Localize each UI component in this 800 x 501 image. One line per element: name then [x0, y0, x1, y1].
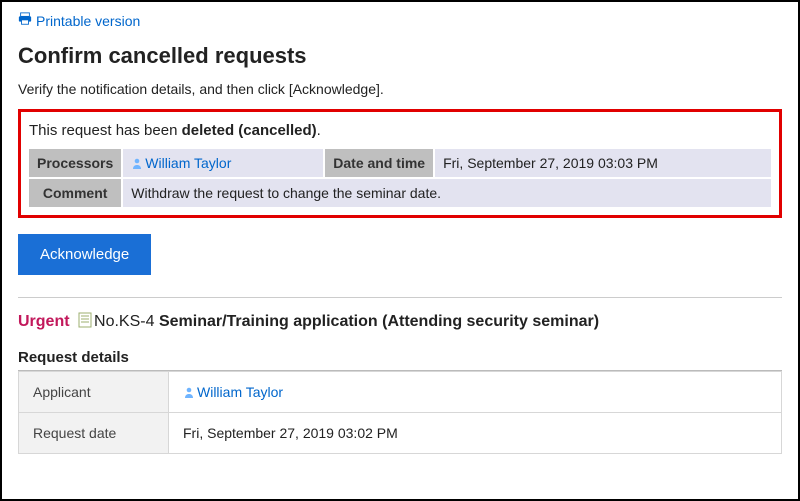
acknowledge-button[interactable]: Acknowledge: [18, 234, 151, 275]
comment-value: Withdraw the request to change the semin…: [123, 179, 771, 207]
comment-label: Comment: [29, 179, 121, 207]
datetime-value: Fri, September 27, 2019 03:03 PM: [435, 149, 771, 177]
person-icon: [183, 385, 195, 397]
person-icon: [131, 156, 143, 168]
cancellation-notice-box: This request has been deleted (cancelled…: [18, 109, 782, 218]
applicant-label: Applicant: [19, 372, 169, 413]
applicant-name: William Taylor: [197, 384, 283, 400]
status-prefix: This request has been: [29, 122, 182, 139]
request-date-value: Fri, September 27, 2019 03:02 PM: [169, 413, 782, 454]
printer-icon: [18, 12, 32, 29]
applicant-value-cell: William Taylor: [169, 372, 782, 413]
request-name: Seminar/Training application (Attending …: [159, 313, 599, 330]
divider: [18, 297, 782, 298]
printable-version-link[interactable]: Printable version: [18, 12, 140, 29]
processor-name: William Taylor: [145, 155, 231, 171]
request-number: No.KS-4: [94, 313, 154, 330]
status-text: deleted (cancelled): [182, 122, 317, 139]
processors-label: Processors: [29, 149, 121, 177]
status-suffix: .: [317, 122, 321, 139]
page-title: Confirm cancelled requests: [18, 43, 782, 69]
request-details-header: Request details: [18, 349, 782, 371]
document-icon: [78, 312, 92, 328]
datetime-label: Date and time: [325, 149, 433, 177]
request-details-table: Applicant William Taylor Request date Fr…: [18, 371, 782, 454]
request-date-label: Request date: [19, 413, 169, 454]
urgent-badge: Urgent: [18, 313, 70, 330]
status-line: This request has been deleted (cancelled…: [27, 118, 773, 147]
request-title-line: Urgent No.KS-4 Seminar/Training applicat…: [18, 312, 782, 331]
cancellation-info-table: Processors William Taylor Date and time …: [27, 147, 773, 209]
processors-value-cell: William Taylor: [123, 149, 323, 177]
applicant-link[interactable]: William Taylor: [183, 384, 283, 400]
instructions-text: Verify the notification details, and the…: [18, 81, 782, 97]
printable-version-label: Printable version: [36, 13, 140, 29]
processor-link[interactable]: William Taylor: [131, 155, 231, 171]
